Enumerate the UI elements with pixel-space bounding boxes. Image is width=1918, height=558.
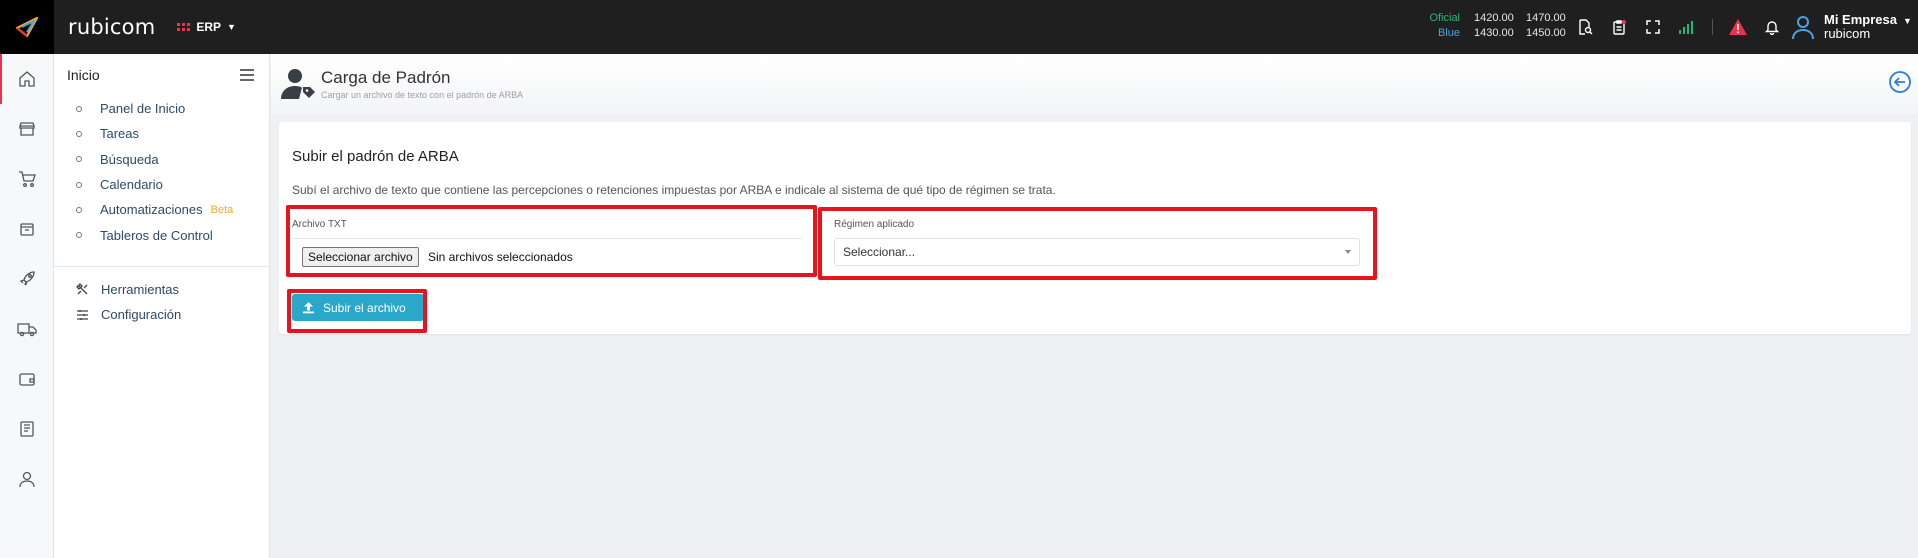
rail-book[interactable] [0,404,53,454]
user-company: rubicom [1824,26,1871,41]
rail-rocket[interactable] [0,254,53,304]
chevron-down-icon: ▼ [1902,16,1912,26]
nav-item-label: Búsqueda [100,151,159,167]
nav-item-busqueda[interactable]: Búsqueda [76,147,269,172]
nav-tools: Herramientas Configuración [54,277,269,328]
beta-badge: Beta [210,203,234,216]
bullet-icon [76,105,82,112]
regimen-selected-value: Seleccionar... [843,245,916,259]
page-subtitle: Cargar un archivo de texto con el padrón… [321,90,524,100]
nav-item-label: Herramientas [101,281,180,297]
nav-item-calendario[interactable]: Calendario [76,172,269,197]
bell-icon[interactable] [1755,0,1789,54]
chevron-down-icon: ▼ [227,22,236,32]
rail-home[interactable] [0,54,53,104]
nav-item-label: Tableros de Control [100,227,213,243]
upload-card: Subir el padrón de ARBA Subí el archivo … [279,122,1911,334]
rate-label: Blue [1437,27,1460,39]
user-name: Mi Empresa [1824,12,1897,27]
nav-item-label: Tareas [100,126,140,142]
rail-truck[interactable] [0,304,53,354]
cart-icon [18,171,36,187]
nav-divider [54,265,269,267]
page-header: Carga de Padrón Cargar un archivo de tex… [271,54,1918,114]
rubicom-logo-icon [15,16,39,38]
book-icon [19,421,34,437]
bullet-icon [76,130,82,137]
alert-icon[interactable] [1721,0,1755,54]
rocket-icon [19,271,35,286]
bullet-icon [76,206,82,213]
report-search-icon[interactable] [1568,0,1602,54]
rate-row: Oficial 1420.00 1470.00 [1420,11,1578,26]
rate-row: Blue 1430.00 1450.00 [1420,26,1578,41]
nav-list: Panel de Inicio Tareas Búsqueda Calendar… [54,96,269,248]
nav-item-herramientas[interactable]: Herramientas [54,277,269,302]
module-switcher[interactable]: ERP ▼ [177,20,236,34]
user-avatar-icon [1792,16,1814,40]
nav-header: Inicio [54,54,269,96]
top-bar: rubicom ERP ▼ Oficial 1420.00 1470.00 Bl… [0,0,1918,54]
upload-file-button[interactable]: Subir el archivo [292,294,424,321]
sliders-icon [77,310,88,321]
nav-item-automatizaciones[interactable]: Automatizaciones Beta [76,197,269,222]
nav-item-configuracion[interactable]: Configuración [54,302,269,327]
main-content: Carga de Padrón Cargar un archivo de tex… [271,54,1918,558]
rail-wallet[interactable] [0,354,53,404]
nav-panel: Inicio Panel de Inicio Tareas Búsqueda C… [54,54,270,558]
module-label: ERP [196,20,222,34]
box-icon [19,223,34,236]
file-status: Sin archivos seleccionados [428,250,573,264]
truck-icon [16,323,37,337]
rate-label: Oficial [1429,12,1460,24]
divider [1712,19,1713,35]
tools-icon [76,283,88,295]
apps-grid-icon [177,23,191,31]
store-icon [18,122,35,136]
user-tag-icon [281,69,315,99]
wallet-icon [18,373,35,386]
card-title: Subir el padrón de ARBA [292,148,459,165]
hamburger-icon[interactable] [239,68,255,82]
file-label: Archivo TXT [292,219,347,230]
nav-item-label: Calendario [100,177,163,193]
rail-box[interactable] [0,204,53,254]
back-arrow-icon[interactable] [1888,70,1912,94]
nav-item-panel-de-inicio[interactable]: Panel de Inicio [76,96,269,121]
brand-name: rubicom [68,15,156,39]
signal-icon[interactable] [1670,0,1704,54]
clipboard-icon[interactable] [1602,0,1636,54]
nav-item-label: Automatizaciones [100,202,203,218]
rail-user[interactable] [0,454,53,504]
rail-cart[interactable] [0,154,53,204]
home-icon [18,71,35,87]
nav-item-tableros-de-control[interactable]: Tableros de Control [76,222,269,247]
user-icon [18,471,35,488]
toolbar-icons [1568,0,1789,54]
icon-rail [0,54,54,558]
regimen-label: Régimen aplicado [834,219,915,230]
nav-item-tareas[interactable]: Tareas [76,121,269,146]
bullet-icon [76,232,82,239]
rate-buy: 1430.00 [1474,27,1514,39]
upload-button-label: Subir el archivo [323,300,406,315]
nav-title: Inicio [67,67,100,83]
bullet-icon [76,181,82,188]
choose-file-button[interactable]: Seleccionar archivo [302,247,419,267]
bullet-icon [76,156,82,163]
rate-buy: 1420.00 [1474,12,1514,24]
file-input[interactable]: Seleccionar archivo Sin archivos selecci… [292,238,802,274]
page-title: Carga de Padrón [321,68,451,87]
nav-item-label: Configuración [101,307,182,323]
logo[interactable] [0,0,54,54]
upload-icon [303,302,314,314]
nav-item-label: Panel de Inicio [100,101,186,117]
fullscreen-icon[interactable] [1636,0,1670,54]
chevron-down-icon [1345,250,1351,254]
exchange-rates: Oficial 1420.00 1470.00 Blue 1430.00 145… [1420,11,1578,41]
regimen-select[interactable]: Seleccionar... [834,238,1360,266]
user-menu[interactable]: Mi Empresa rubicom ▼ [1790,0,1912,54]
card-description: Subí el archivo de texto que contiene la… [292,183,1056,197]
rail-store[interactable] [0,104,53,154]
